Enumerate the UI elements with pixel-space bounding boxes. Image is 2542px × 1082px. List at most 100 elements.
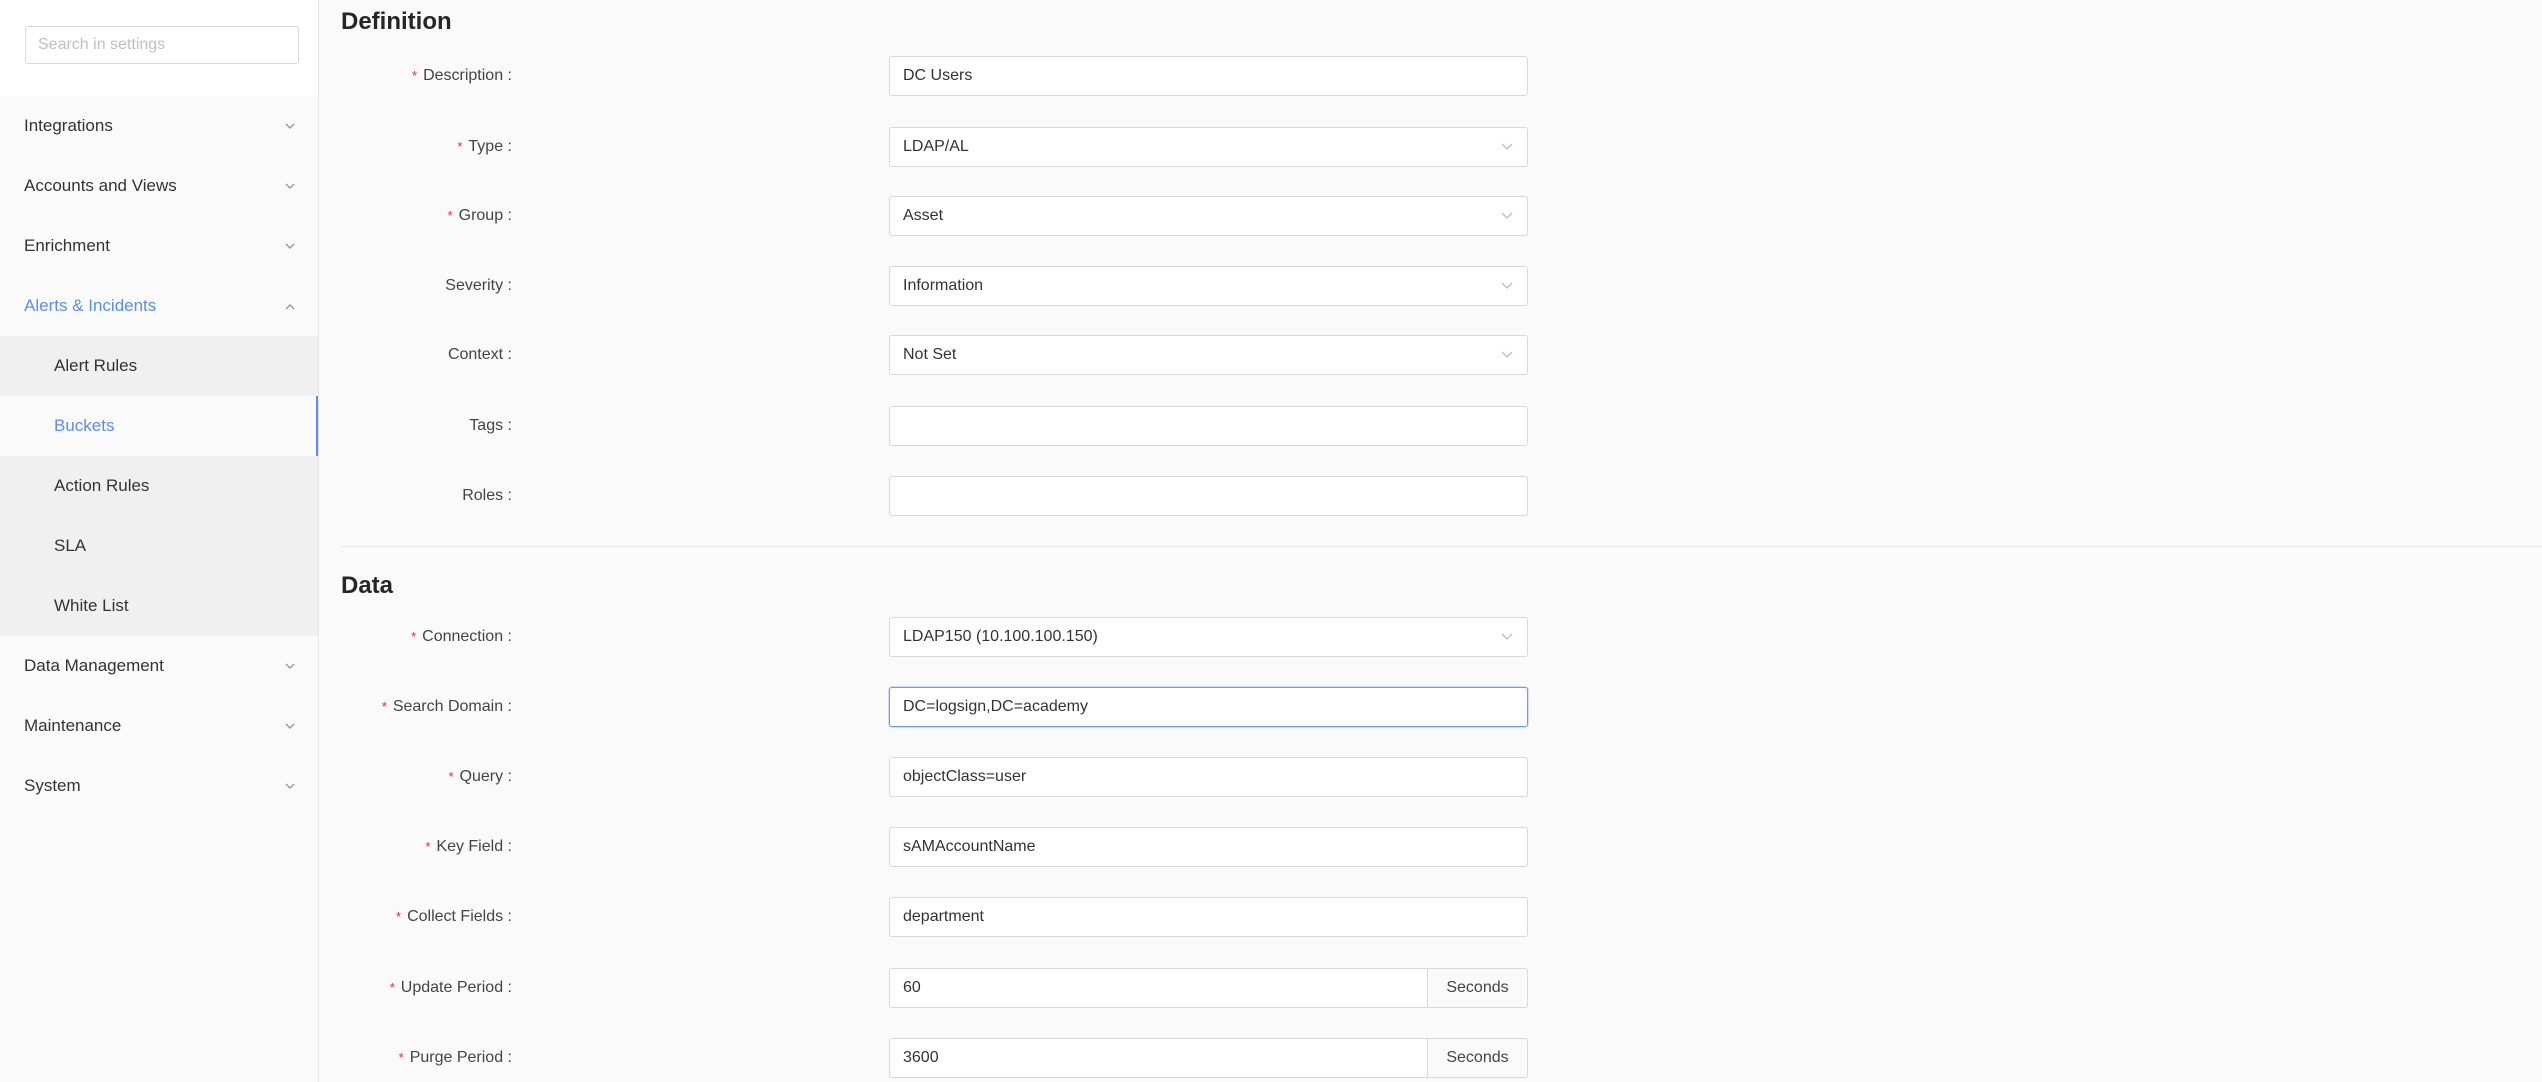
chevron-down-icon (1501, 128, 1513, 166)
menu-item-label: Data Management (24, 656, 164, 675)
context-select-value: Not Set (903, 346, 957, 363)
group-select-value: Asset (903, 207, 944, 224)
menu-item-label: Alerts & Incidents (24, 296, 157, 315)
purge-period-label: * Purge Period : (398, 1049, 512, 1066)
sidebar-item-buckets[interactable]: Buckets (0, 396, 318, 456)
type-label: * Type : (457, 138, 512, 155)
group-label: * Group : (447, 207, 512, 224)
settings-sidebar: Integrations Accounts and Views Enrichme… (0, 0, 319, 1082)
sidebar-item-action-rules[interactable]: Action Rules (0, 456, 318, 516)
type-select[interactable]: LDAP/AL (889, 127, 1528, 167)
menu-item-data-management[interactable]: Data Management (0, 636, 318, 696)
context-row: Context : Not Set (320, 335, 1720, 375)
required-mark: * (412, 68, 418, 83)
bucket-form: Definition * Description : DC Users * Type… (320, 0, 2542, 1082)
purge-period-unit: Seconds (1428, 1038, 1528, 1078)
required-mark: * (411, 629, 417, 644)
settings-menu: Integrations Accounts and Views Enrichme… (0, 96, 318, 816)
collect-fields-input[interactable]: department (889, 897, 1528, 937)
severity-select-value: Information (903, 277, 984, 294)
type-select-value: LDAP/AL (903, 138, 969, 155)
update-period-unit: Seconds (1428, 968, 1528, 1008)
key-field-row: * Key Field : sAMAccountName (320, 827, 1720, 867)
update-period-label: * Update Period : (389, 979, 512, 996)
menu-item-label: Integrations (24, 116, 113, 135)
data-section-title: Data (341, 572, 394, 599)
required-mark: * (389, 980, 395, 995)
roles-input[interactable] (889, 476, 1528, 516)
sidebar-item-sla[interactable]: SLA (0, 516, 318, 576)
query-label: * Query : (448, 768, 512, 785)
tags-input[interactable] (889, 406, 1528, 446)
search-domain-input[interactable]: DC=logsign,DC=academy (889, 687, 1528, 727)
roles-label: Roles : (462, 487, 512, 504)
chevron-up-icon (282, 276, 298, 336)
description-row: * Description : DC Users (320, 56, 1720, 96)
sub-item-label: Action Rules (54, 476, 150, 495)
chevron-down-icon (282, 636, 298, 696)
menu-item-label: Accounts and Views (24, 176, 177, 195)
sub-item-label: Alert Rules (54, 356, 138, 375)
search-domain-row: * Search Domain : DC=logsign,DC=academy (320, 687, 1720, 727)
query-input[interactable]: objectClass=user (889, 757, 1528, 797)
section-divider (341, 546, 2542, 547)
menu-item-label: Maintenance (24, 716, 122, 735)
menu-item-integrations[interactable]: Integrations (0, 96, 318, 156)
settings-search-input[interactable] (25, 26, 299, 64)
definition-section-title: Definition (341, 8, 452, 35)
sub-item-label: White List (54, 596, 129, 615)
severity-select[interactable]: Information (889, 266, 1528, 306)
required-mark: * (447, 208, 453, 223)
connection-label: * Connection : (411, 628, 512, 645)
description-input[interactable]: DC Users (889, 56, 1528, 96)
chevron-down-icon (282, 96, 298, 156)
update-period-row: * Update Period : 60 Seconds (320, 968, 1720, 1008)
required-mark: * (457, 139, 463, 154)
connection-row: * Connection : LDAP150 (10.100.100.150) (320, 617, 1720, 657)
chevron-down-icon (282, 756, 298, 816)
connection-select[interactable]: LDAP150 (10.100.100.150) (889, 617, 1528, 657)
sub-item-label: SLA (54, 536, 87, 555)
collect-fields-label: * Collect Fields : (396, 908, 512, 925)
required-mark: * (448, 769, 454, 784)
update-period-input[interactable]: 60 (889, 968, 1428, 1008)
search-domain-label: * Search Domain : (381, 698, 512, 715)
context-label: Context : (447, 346, 512, 363)
required-mark: * (381, 699, 387, 714)
roles-row: Roles : (320, 476, 1720, 516)
chevron-down-icon (282, 156, 298, 216)
tags-label: Tags : (469, 417, 512, 434)
chevron-down-icon (1501, 618, 1513, 656)
menu-item-label: System (24, 776, 81, 795)
purge-period-input[interactable]: 3600 (889, 1038, 1428, 1078)
sidebar-item-white-list[interactable]: White List (0, 576, 318, 636)
purge-period-row: * Purge Period : 3600 Seconds (320, 1038, 1720, 1078)
collect-fields-row: * Collect Fields : department (320, 897, 1720, 937)
context-select[interactable]: Not Set (889, 335, 1528, 375)
required-mark: * (398, 1050, 404, 1065)
chevron-down-icon (1501, 336, 1513, 374)
sub-item-label: Buckets (54, 416, 115, 435)
severity-label: Severity : (445, 277, 512, 294)
query-row: * Query : objectClass=user (320, 757, 1720, 797)
alerts-submenu: Alert Rules Buckets Action Rules SLA Whi… (0, 336, 318, 636)
tags-row: Tags : (320, 406, 1720, 446)
severity-row: Severity : Information (320, 266, 1720, 306)
sidebar-item-alert-rules[interactable]: Alert Rules (0, 336, 318, 396)
group-select[interactable]: Asset (889, 196, 1528, 236)
type-row: * Type : LDAP/AL (320, 127, 1720, 167)
key-field-input[interactable]: sAMAccountName (889, 827, 1528, 867)
menu-item-accounts-and-views[interactable]: Accounts and Views (0, 156, 318, 216)
key-field-label: * Key Field : (425, 838, 512, 855)
connection-select-value: LDAP150 (10.100.100.150) (903, 628, 1098, 645)
description-label: * Description : (412, 67, 512, 84)
menu-item-label: Enrichment (24, 236, 110, 255)
menu-item-alerts-and-incidents[interactable]: Alerts & Incidents (0, 276, 318, 336)
group-row: * Group : Asset (320, 196, 1720, 236)
required-mark: * (396, 909, 402, 924)
required-mark: * (425, 839, 431, 854)
chevron-down-icon (282, 216, 298, 276)
menu-item-maintenance[interactable]: Maintenance (0, 696, 318, 756)
menu-item-enrichment[interactable]: Enrichment (0, 216, 318, 276)
menu-item-system[interactable]: System (0, 756, 318, 816)
